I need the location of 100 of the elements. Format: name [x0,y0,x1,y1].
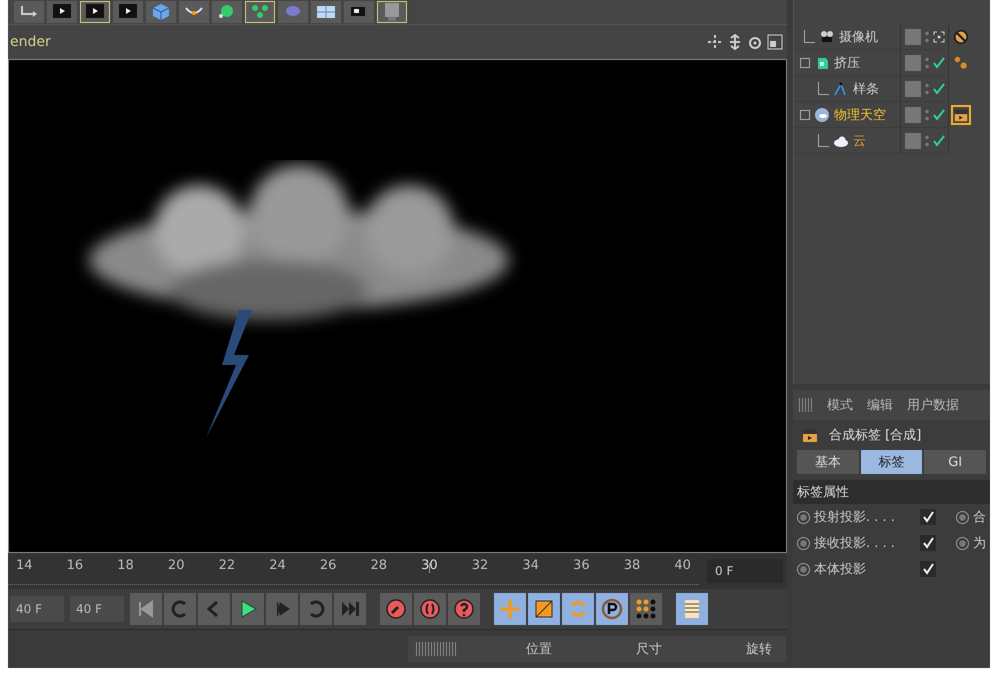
object-name: 物理天空 [834,106,886,124]
object-item[interactable]: 云 [794,130,870,152]
object-name: 挤压 [834,54,860,72]
visibility-dots-icon[interactable] [925,82,929,96]
scale-button[interactable] [528,593,560,625]
menu-item[interactable]: 用户数据 [907,396,959,414]
vertical-arrows-icon[interactable] [727,34,743,50]
layer-icon[interactable] [905,54,921,70]
sky-icon [814,106,830,122]
option-label: 合 [973,509,986,526]
target-icon[interactable] [933,30,945,42]
layout-icon[interactable] [767,34,783,50]
undo-button[interactable] [14,1,44,23]
param-button[interactable] [596,593,628,625]
array-button[interactable] [245,1,275,23]
rotate-icon[interactable] [747,34,763,50]
render-button[interactable] [113,1,143,23]
check-icon[interactable] [933,108,945,120]
grid-button[interactable] [630,593,662,625]
help-icon [453,598,475,620]
keyframe-icon[interactable] [797,562,810,576]
dots-icon [953,54,969,70]
column-label: 位置 [526,641,553,658]
tab[interactable]: GI [924,450,986,474]
menu-item[interactable]: 模式 [827,396,853,414]
tag-button[interactable] [951,104,971,124]
object-name: 云 [853,132,866,150]
prev-button[interactable] [198,593,230,625]
frame-field[interactable]: 0 F [707,559,783,583]
move-icon [499,598,521,620]
camera-button[interactable] [344,1,374,23]
loop-back-button[interactable] [164,593,196,625]
object-item[interactable]: 样条 [794,78,883,100]
layer-icon[interactable] [905,28,921,44]
object-name: 样条 [853,80,879,98]
frame-number: 40 [673,558,692,572]
object-item[interactable]: 物理天空 [794,104,890,126]
frame-number: 16 [66,558,84,572]
frame-number: 14 [15,558,34,572]
object-item[interactable]: 挤压 [794,52,864,74]
visibility-dots-icon[interactable] [925,134,929,148]
frame-number: 20 [166,558,186,572]
first-button[interactable] [130,593,162,625]
keyframe-icon[interactable] [956,510,969,524]
frame-number: 36 [572,558,591,572]
loop-button[interactable] [300,593,332,625]
keyframe-icon[interactable] [797,510,810,524]
timeline-ruler[interactable]: 14 16 18 20 22 24 26 28 30 32 34 36 38 40 [8,558,699,584]
option-label: 接收投影. . . . [814,535,896,552]
visibility-dots-icon[interactable] [925,108,929,122]
next-button[interactable] [266,593,298,625]
light-button[interactable] [377,1,407,23]
render-button[interactable] [47,1,77,23]
collapse-icon[interactable] [800,58,810,68]
panel-title: 合成标签 [合成] [829,427,922,444]
object-name: 摄像机 [839,28,878,46]
layer-icon[interactable] [905,106,921,122]
frame-field[interactable]: 40 F [10,596,64,622]
autokey-button[interactable] [414,593,446,625]
film-button[interactable] [676,593,708,625]
layer-icon[interactable] [905,80,921,96]
keyframe-icon[interactable] [797,536,810,550]
floor-button[interactable] [311,1,341,23]
collapse-icon[interactable] [800,110,810,120]
cube-icon [150,2,172,22]
visibility-dots-icon[interactable] [925,30,929,44]
keyframe-icon[interactable] [956,536,969,550]
menu-item[interactable]: 编辑 [867,396,893,414]
check-icon[interactable] [933,56,945,68]
tab[interactable]: 基本 [797,450,859,474]
tab[interactable]: 标签 [860,450,922,474]
param-icon [601,598,623,620]
option-label: 本体投影 [814,561,867,578]
key-button[interactable] [380,593,412,625]
grid-icon [635,598,657,620]
checkbox[interactable] [920,535,936,551]
help-button[interactable] [448,593,480,625]
layer-icon[interactable] [905,132,921,148]
render-button[interactable] [80,1,110,23]
frame-number: 26 [318,558,338,572]
autokey-icon [419,598,441,620]
move-icon[interactable] [707,34,723,50]
frame-number: 32 [470,558,490,572]
option-label: 投射投影. . . . [814,509,896,526]
check-icon[interactable] [933,134,945,146]
frame-number: 22 [218,558,236,572]
nurbs-button[interactable] [212,1,242,23]
frame-field[interactable]: 40 F [70,596,124,622]
bend-button[interactable] [179,1,209,23]
check-icon[interactable] [933,82,945,94]
frame-number: 24 [268,558,287,572]
visibility-dots-icon[interactable] [925,56,929,70]
play-button[interactable] [232,593,264,625]
checkbox[interactable] [920,509,936,525]
protection-icon [953,28,969,44]
last-button[interactable] [334,593,366,625]
object-item[interactable]: 摄像机 [794,26,882,48]
frame-number: 28 [369,558,388,572]
checkbox[interactable] [920,561,936,577]
frame-number: 34 [521,558,540,572]
